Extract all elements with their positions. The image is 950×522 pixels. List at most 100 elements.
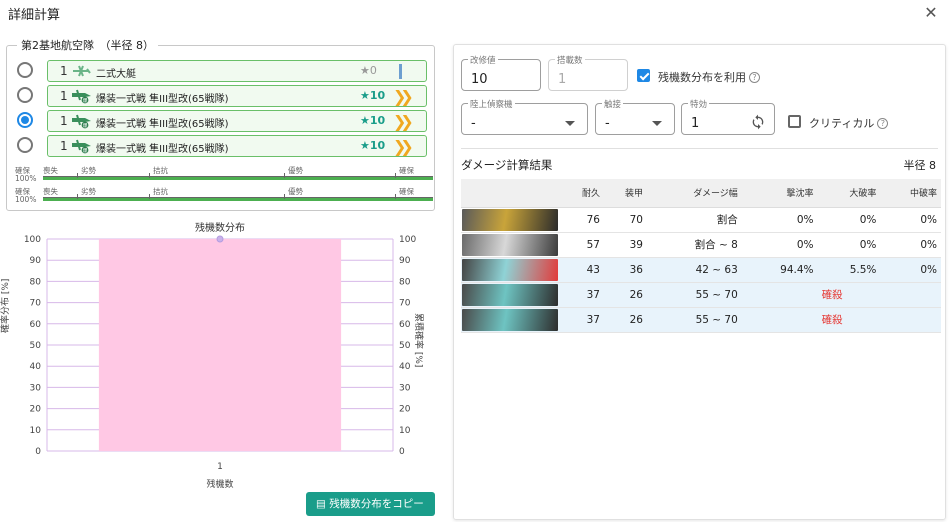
star-icon: ★ — [360, 64, 370, 77]
equipment-slot[interactable]: 1 爆 爆装一式戦 隼III型改(65戦隊) ★10 ❯❯ — [47, 110, 427, 132]
critical-label: クリティカル? — [809, 115, 889, 131]
fleet-legend: 第2基地航空隊 （半径 8） — [17, 37, 158, 53]
help-icon[interactable]: ? — [749, 72, 760, 83]
hp-cell: 43 — [561, 257, 604, 283]
air-scale-label: 喪失 — [43, 187, 58, 196]
slot-radio[interactable] — [17, 87, 33, 103]
slot-row: 1 爆 爆装一式戦 隼III型改(65戦隊) ★10 ❯❯ — [7, 110, 436, 132]
improvement-label: 改修値 — [468, 54, 498, 66]
enemy-banner-image — [462, 283, 558, 306]
hp-cell: 37 — [561, 282, 604, 308]
slot-radio[interactable] — [17, 137, 33, 153]
table-row[interactable]: 43 36 42 ~ 63 94.4% 5.5% 0% — [461, 257, 941, 283]
air-scale-tick — [284, 173, 285, 178]
refresh-icon[interactable] — [750, 114, 766, 130]
recon-value: - — [471, 116, 476, 131]
air-scale-label: 確保 — [399, 187, 414, 196]
table-row[interactable]: 57 39 割合 ~ 8 0% 0% 0% — [461, 232, 941, 258]
damage-range-cell: 55 ~ 70 — [646, 282, 742, 308]
chevron-down-icon — [652, 121, 662, 126]
y-tick-label-right: 10 — [399, 426, 411, 436]
column-header: 大破率 — [817, 179, 881, 208]
slot-count-value: 1 — [558, 72, 567, 87]
air-supremacy-bar: 確保 100% 喪失 劣勢 拮抗 優勢 確保 — [15, 186, 433, 204]
enemy-banner-cell — [461, 232, 561, 258]
improvement-star: ★0 — [360, 64, 377, 77]
special-field[interactable]: 特効 1 — [681, 98, 775, 135]
special-value: 1 — [691, 116, 700, 131]
improvement-star: ★10 — [360, 114, 385, 127]
air-scale-label: 劣勢 — [81, 166, 96, 175]
dialog-title: 詳細計算 — [8, 8, 61, 23]
help-icon[interactable]: ? — [877, 118, 889, 129]
enemy-banner-cell — [461, 307, 561, 333]
slot-radio[interactable] — [17, 62, 33, 78]
sink-rate-cell: 94.4% — [741, 257, 818, 283]
column-header: 装甲 — [603, 179, 647, 208]
air-scale-label: 確保 — [399, 166, 414, 175]
medium-rate-cell: 0% — [880, 207, 941, 233]
table-row[interactable]: 76 70 割合 0% 0% 0% — [461, 207, 941, 233]
medium-rate-cell: 0% — [880, 232, 941, 258]
equipment-name: 二式大艇 — [96, 69, 136, 80]
copy-distribution-button[interactable]: ▤ 残機数分布をコピー — [306, 492, 435, 516]
table-row[interactable]: 37 26 55 ~ 70 確殺 — [461, 282, 941, 308]
slot-radio[interactable] — [17, 112, 33, 128]
slot-plane-count: 1 — [60, 64, 68, 78]
equipment-name: 爆装一式戦 隼III型改(65戦隊) — [96, 119, 229, 130]
equipment-slot[interactable]: 1 二式大艇 ★0 — [47, 60, 427, 82]
air-supremacy-bar: 確保 100% 喪失 劣勢 拮抗 優勢 確保 — [15, 165, 433, 183]
air-scale-tick — [77, 173, 78, 178]
armor-cell: 26 — [603, 307, 647, 333]
air-fill-bar — [43, 198, 433, 201]
armor-cell: 36 — [603, 257, 647, 283]
proficiency-chevron-icon: ❯❯ — [393, 87, 414, 106]
y-tick-label: 100 — [24, 235, 41, 245]
result-radius: 半径 8 — [903, 159, 937, 172]
table-row[interactable]: 37 26 55 ~ 70 確殺 — [461, 307, 941, 333]
column-header: ダメージ幅 — [646, 179, 742, 208]
column-header: 撃沈率 — [741, 179, 818, 208]
column-header: 中破率 — [880, 179, 941, 208]
enemy-banner-cell — [461, 257, 561, 283]
column-header: 耐久 — [561, 179, 604, 208]
recon-select[interactable]: 陸上偵察機 - — [461, 98, 588, 135]
svg-text:爆: 爆 — [83, 147, 88, 154]
air-scale-tick — [149, 173, 150, 178]
close-icon[interactable]: ✕ — [922, 4, 940, 22]
star-icon: ★ — [360, 114, 370, 127]
y-tick-label-right: 100 — [399, 235, 416, 245]
improvement-star: ★10 — [360, 89, 385, 102]
damage-range-cell: 割合 ~ 8 — [646, 232, 742, 258]
sink-rate-cell: 0% — [741, 207, 818, 233]
y-tick-label: 70 — [30, 299, 42, 309]
enemy-banner-image — [462, 208, 558, 231]
equipment-slot[interactable]: 1 爆 爆装一式戦 隼III型改(65戦隊) ★10 ❯❯ — [47, 85, 427, 107]
air-percent-label: 100% — [15, 195, 37, 204]
damage-range-cell: 42 ~ 63 — [646, 257, 742, 283]
armor-cell: 70 — [603, 207, 647, 233]
y-tick-label: 50 — [30, 341, 42, 351]
y-tick-label: 60 — [30, 320, 42, 330]
recon-label: 陸上偵察機 — [468, 98, 515, 110]
contact-select[interactable]: 触接 - — [595, 98, 675, 135]
y-tick-label-right: 70 — [399, 299, 411, 309]
copy-button-label: 残機数分布をコピー — [329, 498, 424, 510]
recon-plane-icon — [71, 63, 93, 79]
improvement-field[interactable]: 改修値 10 — [461, 54, 541, 91]
hp-cell: 76 — [561, 207, 604, 233]
critical-checkbox[interactable] — [788, 115, 801, 128]
enemy-banner-cell — [461, 207, 561, 233]
damage-range-cell: 割合 — [646, 207, 742, 233]
star-icon: ★ — [360, 139, 370, 152]
equipment-name: 爆装一式戦 隼III型改(65戦隊) — [96, 94, 229, 105]
kill-note-cell: 確殺 — [741, 282, 881, 308]
enemy-banner-image — [462, 258, 558, 281]
equipment-slot[interactable]: 1 爆 爆装一式戦 隼III型改(65戦隊) ★10 ❯❯ — [47, 135, 427, 157]
svg-text:爆: 爆 — [83, 122, 88, 129]
column-header — [461, 179, 561, 208]
remaining-distribution-chart: 残機数分布 確率分布 [%] 累積確率 [%] 残機数 0 0 10 10 20 20 30… — [0, 215, 440, 495]
slot-count-field: 搭載数 1 — [548, 54, 628, 91]
use-distribution-checkbox[interactable] — [637, 69, 650, 82]
improvement-level: 10 — [369, 89, 386, 102]
